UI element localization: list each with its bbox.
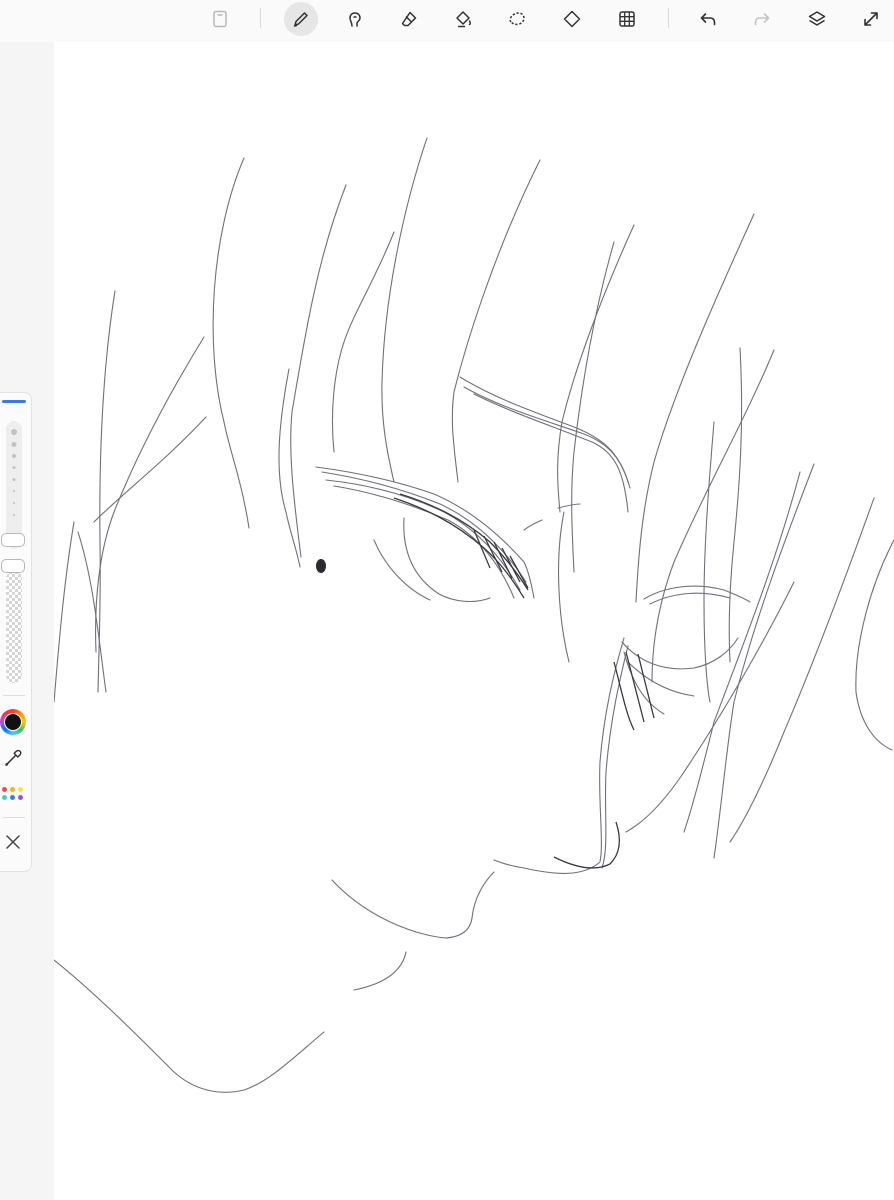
smudge-tool-button[interactable] [338, 2, 372, 36]
smudge-icon [349, 12, 361, 27]
size-dot [13, 490, 15, 492]
transform-tool-button[interactable] [555, 2, 589, 36]
drawing-canvas[interactable] [54, 42, 894, 1200]
grid-icon [619, 11, 635, 27]
panel-separator [3, 817, 25, 818]
close-icon [6, 835, 20, 849]
eyedropper-icon [5, 749, 22, 766]
color-wheel-button[interactable] [0, 709, 26, 735]
current-color-swatch [4, 713, 22, 731]
swatch-yellow[interactable] [18, 787, 23, 792]
document-icon [213, 10, 227, 28]
swatch-purple[interactable] [18, 795, 23, 800]
brush-tool-button[interactable] [284, 2, 318, 36]
brush-opacity-slider[interactable] [6, 571, 22, 683]
brush-size-slider[interactable] [6, 421, 22, 549]
lasso-tool-button[interactable] [500, 2, 534, 36]
size-dot [13, 502, 15, 504]
size-dot [11, 429, 17, 435]
swatch-blue[interactable] [10, 795, 15, 800]
eraser-tool-button[interactable] [392, 2, 426, 36]
fill-bucket-icon [456, 11, 471, 28]
fullscreen-button[interactable] [854, 2, 888, 36]
brush-panel [0, 392, 32, 872]
panel-separator [3, 695, 25, 696]
grid-tool-button[interactable] [610, 2, 644, 36]
eyedropper-button[interactable] [2, 747, 24, 769]
size-dot [13, 514, 15, 516]
toolbar-divider [668, 8, 669, 28]
layers-button[interactable] [800, 2, 834, 36]
top-toolbar [0, 0, 894, 42]
fullscreen-icon [864, 12, 878, 26]
size-dot [12, 454, 16, 458]
undo-icon [700, 13, 716, 26]
undo-button[interactable] [691, 2, 725, 36]
transform-icon [563, 10, 581, 28]
canvas-background [54, 42, 894, 1200]
size-dot [12, 466, 16, 469]
swatch-orange[interactable] [10, 787, 15, 792]
fill-tool-button[interactable] [446, 2, 480, 36]
beauty-mark [316, 559, 326, 573]
toolbar-divider [260, 8, 261, 28]
close-panel-button[interactable] [2, 831, 24, 853]
layers-icon [808, 11, 826, 26]
brush-opacity-handle[interactable] [1, 559, 25, 573]
panel-accent-bar [2, 400, 26, 403]
swatch-red[interactable] [2, 787, 7, 792]
size-dot [12, 478, 16, 481]
document-button[interactable] [203, 2, 237, 36]
swatch-teal[interactable] [2, 795, 7, 800]
redo-icon [754, 13, 770, 26]
recent-colors[interactable] [2, 787, 28, 801]
lasso-select-icon [509, 12, 525, 26]
size-dot [11, 442, 17, 447]
eraser-icon [401, 11, 417, 27]
redo-button[interactable] [745, 2, 779, 36]
brush-icon [293, 12, 308, 27]
brush-size-handle[interactable] [1, 533, 25, 547]
